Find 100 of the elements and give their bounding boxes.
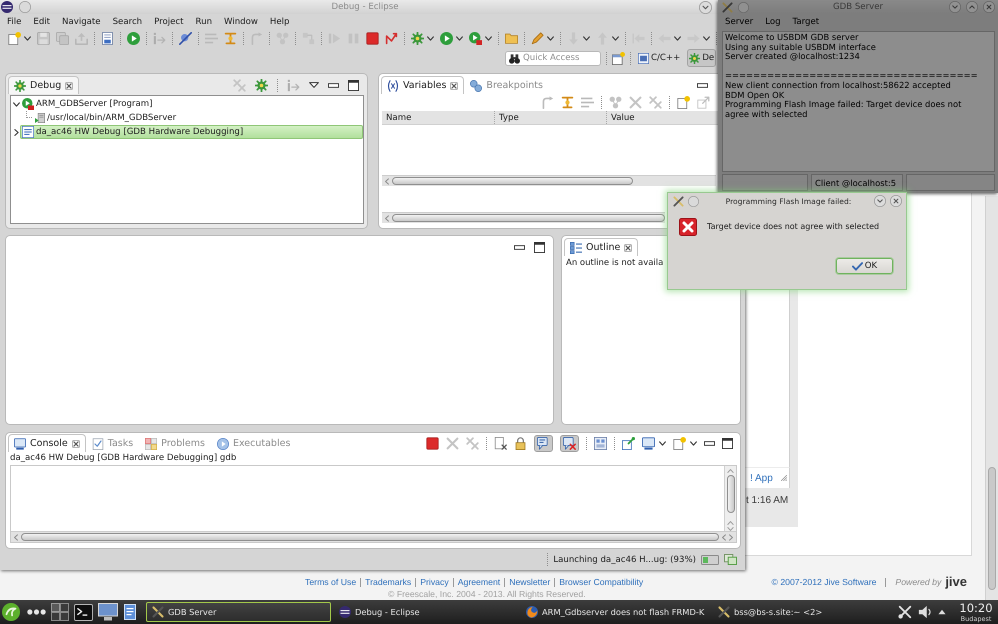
caret-up-icon[interactable] (938, 609, 946, 615)
view-tab[interactable]: Outline (564, 238, 638, 256)
view-tab[interactable]: Console (8, 434, 86, 452)
caret-icon[interactable] (14, 128, 18, 136)
view-tab[interactable]: Variables (381, 76, 464, 94)
quick-access-field[interactable]: Quick Access (505, 50, 601, 66)
menu-item[interactable]: Server (725, 17, 754, 27)
scrollbar-thumb[interactable] (392, 177, 633, 185)
branch-icon[interactable] (561, 96, 574, 109)
taskbar-task[interactable]: GDB Server (146, 602, 331, 622)
close-icon[interactable] (72, 440, 80, 448)
caret-icon[interactable] (12, 102, 20, 106)
caret-icon[interactable] (456, 36, 463, 40)
tools-icon[interactable] (898, 605, 912, 619)
view-menu-icon[interactable] (309, 82, 319, 88)
circle-icon[interactable] (688, 196, 699, 206)
maximize-icon[interactable] (348, 80, 359, 90)
ok-button[interactable]: OK (836, 258, 893, 274)
minimize-icon[interactable] (697, 82, 708, 88)
tree-item[interactable]: ARM_GDBServer [Program] (20, 97, 363, 111)
scrollbar-thumb[interactable] (726, 475, 734, 513)
folder-icon[interactable] (505, 32, 518, 44)
minimize-icon[interactable] (699, 0, 712, 14)
new-file-icon[interactable] (673, 436, 686, 450)
tree-item[interactable]: da_ac46 HW Debug [GDB Hardware Debugging] (20, 125, 363, 139)
maximize-icon[interactable] (722, 438, 733, 448)
menu-item[interactable]: Edit (33, 17, 50, 27)
taskbar-task[interactable]: ARM_Gdbserver does not flash FRMD-K (520, 602, 710, 622)
play-icon[interactable] (469, 32, 482, 44)
clear-icon[interactable] (494, 436, 507, 450)
menu-item[interactable]: Run (196, 17, 212, 27)
caret-icon[interactable] (547, 36, 554, 40)
start-menu-icon[interactable] (2, 603, 20, 621)
column-header[interactable]: Value (611, 112, 635, 122)
close-icon[interactable] (624, 244, 632, 252)
slash-icon[interactable] (179, 32, 192, 44)
footer-link[interactable]: Trademarks (365, 577, 412, 587)
pin-icon[interactable] (622, 436, 635, 450)
terminal-icon[interactable] (74, 604, 93, 620)
footer-link[interactable]: Terms of Use (305, 577, 356, 587)
menu-item[interactable]: Window (224, 17, 258, 27)
menu-item[interactable]: Target (792, 17, 820, 27)
logo[interactable]: jive (945, 576, 967, 588)
toggle-button[interactable] (534, 434, 553, 452)
scrollbar-thumb[interactable] (392, 214, 665, 222)
tree-item[interactable]: /usr/local/bin/ARM_GDBServer (33, 111, 363, 125)
stop-icon[interactable] (366, 32, 379, 44)
monitor-icon[interactable] (98, 603, 118, 621)
toggle-button[interactable] (560, 434, 579, 452)
footer-link[interactable]: Newsletter (509, 577, 550, 587)
window-icon[interactable] (594, 436, 607, 450)
play-icon[interactable] (127, 32, 140, 44)
new-file-icon[interactable] (8, 32, 21, 44)
close-icon[interactable] (450, 82, 458, 90)
progress-icon[interactable] (701, 554, 719, 564)
menu-item[interactable]: File (7, 17, 22, 27)
scrollbar-thumb[interactable] (988, 467, 996, 590)
close-icon[interactable] (983, 1, 995, 13)
caret-icon[interactable] (485, 36, 492, 40)
close-icon[interactable] (65, 82, 74, 90)
column-header[interactable]: Name (386, 112, 412, 122)
disconnect-icon[interactable] (385, 32, 398, 44)
caret-icon[interactable] (659, 440, 666, 446)
minimize-icon[interactable] (328, 82, 339, 88)
view-tab[interactable]: Debug (8, 76, 80, 94)
menu-item[interactable]: Log (765, 17, 781, 27)
perspective-button[interactable]: De (687, 49, 716, 67)
minimize-icon[interactable] (514, 244, 525, 250)
column-header[interactable]: Type (499, 112, 519, 122)
monitor-icon[interactable] (642, 436, 655, 450)
footer-link[interactable]: Privacy (420, 577, 449, 587)
lock-icon[interactable] (514, 436, 527, 450)
footer-link[interactable]: Browser Compatibility (559, 577, 644, 587)
maximize-icon[interactable] (534, 242, 545, 252)
notepad-icon[interactable] (124, 604, 136, 620)
menu-item[interactable]: Search (112, 17, 142, 27)
caret-icon[interactable] (612, 36, 619, 40)
stop-icon[interactable] (426, 436, 439, 450)
caret-icon[interactable] (583, 36, 590, 40)
perspective-button[interactable]: C/C++ (636, 49, 682, 67)
new-file-icon[interactable] (677, 96, 690, 109)
scrollbar-thumb[interactable] (21, 533, 719, 541)
close-icon[interactable] (890, 195, 902, 207)
clock-time[interactable]: 10:20 (959, 602, 993, 614)
desktop-pager-icon[interactable] (51, 603, 69, 621)
taskbar-task[interactable]: bss@bs-s.site:~ <2> (712, 602, 897, 622)
menu-item[interactable]: Help (270, 17, 290, 27)
menu-item[interactable]: Project (154, 17, 184, 27)
footer-link[interactable]: Agreement (458, 577, 500, 587)
menu-item[interactable]: Navigate (62, 17, 101, 27)
caret-icon[interactable] (674, 36, 681, 40)
dots-icon[interactable] (27, 609, 46, 615)
caret-icon[interactable] (703, 36, 710, 40)
volume-icon[interactable] (918, 605, 932, 619)
app-link[interactable]: ! App (750, 472, 773, 484)
document-icon[interactable] (101, 32, 114, 44)
circle-icon[interactable] (19, 1, 31, 13)
minimize-icon[interactable] (704, 440, 715, 446)
caret-icon[interactable] (24, 36, 31, 40)
caret-icon[interactable] (690, 440, 697, 446)
